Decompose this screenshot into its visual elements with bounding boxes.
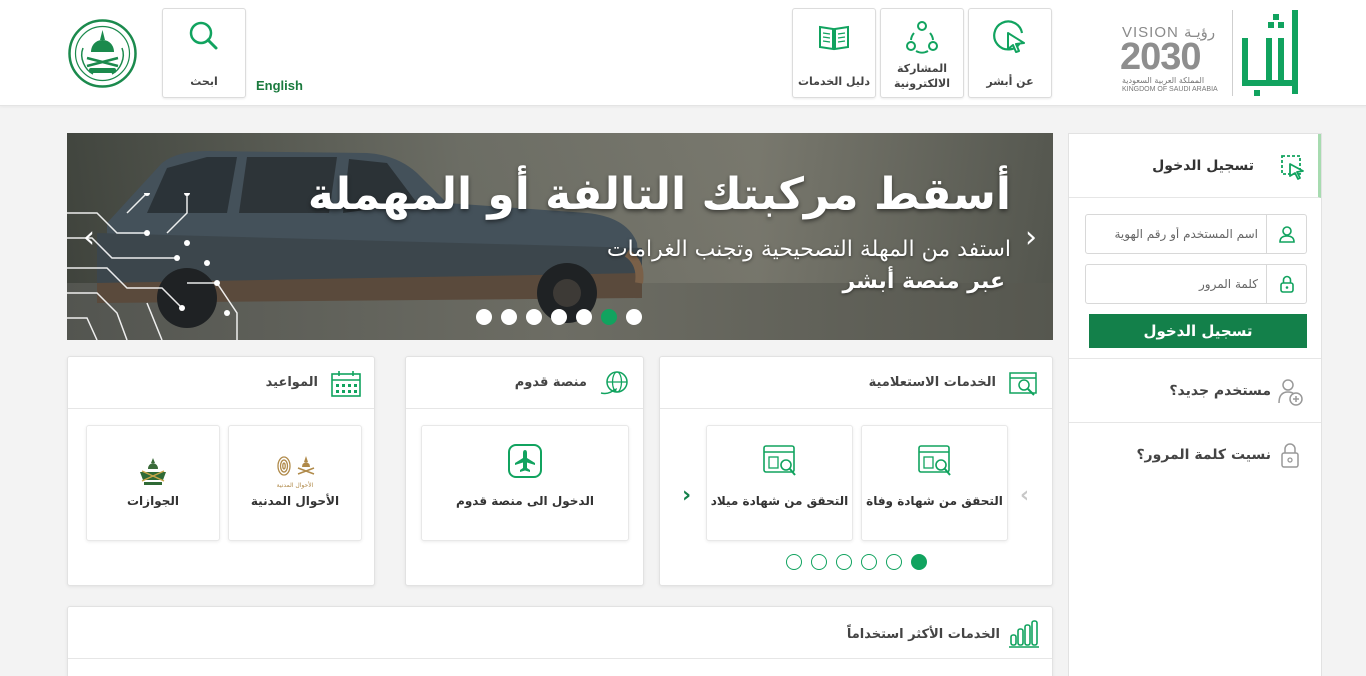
certificate-search-icon — [917, 445, 951, 476]
passports-logo-icon — [140, 458, 166, 485]
banner-dot[interactable] — [576, 309, 592, 325]
inquiry-dot[interactable] — [836, 554, 852, 570]
death-certificate-label: التحقق من شهادة وفاة — [866, 494, 1003, 508]
banner-subtitle: استفد من المهلة التصحيحية وتجنب الغرامات — [606, 237, 1011, 262]
username-field — [1085, 214, 1307, 254]
passports-tile[interactable]: الجوازات — [86, 425, 220, 541]
death-certificate-tile[interactable]: التحقق من شهادة وفاة — [861, 425, 1008, 541]
login-header: تسجيل الدخول — [1069, 134, 1321, 198]
inquiry-title: الخدمات الاستعلامية — [868, 375, 996, 390]
airplane-icon — [508, 444, 542, 478]
qudoom-entry-label: الدخول الى منصة قدوم — [456, 494, 594, 508]
user-icon — [1266, 215, 1306, 253]
login-cursor-icon — [1281, 155, 1304, 180]
vision-number: 2030 — [1120, 36, 1202, 78]
appointments-card-header: المواعيد — [68, 357, 374, 409]
most-used-card-header: الخدمات الأكثر استخداماً — [68, 607, 1052, 659]
inquiry-dot[interactable] — [811, 554, 827, 570]
new-user-label: مستخدم جديد؟ — [1169, 383, 1271, 399]
search-icon — [189, 21, 218, 50]
qudoom-title: منصة قدوم — [514, 375, 587, 390]
birth-certificate-tile[interactable]: التحقق من شهادة ميلاد — [706, 425, 853, 541]
login-title: تسجيل الدخول — [1152, 158, 1254, 174]
inquiry-card-header: الخدمات الاستعلامية — [660, 357, 1052, 409]
civil-affairs-tile[interactable]: الأحوال المدنية الأحوال المدنية — [228, 425, 362, 541]
banner-prev-arrow[interactable]: ‹ — [77, 223, 101, 253]
circuit-decoration — [67, 193, 238, 340]
appointments-card: المواعيد الأحوال المدنية الأحوال المدنية — [67, 356, 375, 586]
forgot-password-link[interactable]: نسيت كلمة المرور؟ — [1069, 422, 1321, 486]
lock-reset-icon — [1281, 443, 1299, 468]
banner-subtitle-platform: عبر منصة أبشر — [842, 269, 1005, 294]
inquiry-pagination — [786, 554, 927, 570]
most-used-services-card: الخدمات الأكثر استخداماً — [67, 606, 1053, 676]
banner-pagination — [476, 309, 642, 325]
ministry-emblem-logo[interactable] — [67, 18, 138, 89]
banner-title: أسقط مركبتك التالفة أو المهملة — [307, 169, 1011, 220]
cursor-click-icon — [993, 20, 1025, 53]
banner-dot[interactable] — [626, 309, 642, 325]
civil-affairs-logo-text: الأحوال المدنية — [276, 482, 314, 489]
banner-dot[interactable] — [501, 309, 517, 325]
search-button[interactable]: ابحث — [162, 8, 246, 98]
people-network-icon — [906, 21, 938, 54]
nav-about-absher-label: عن أبشر — [986, 75, 1034, 88]
inquiry-prev-arrow[interactable]: ‹ — [1020, 485, 1029, 507]
banner-dot-active[interactable] — [601, 309, 617, 325]
globe-plane-icon — [600, 371, 628, 395]
banner-next-arrow[interactable]: › — [1019, 223, 1043, 253]
vision-country-ar: المملكة العربية السعودية — [1122, 76, 1205, 85]
logo-divider — [1232, 10, 1233, 96]
inquiry-dot[interactable] — [786, 554, 802, 570]
username-input[interactable] — [1088, 216, 1266, 252]
most-used-title: الخدمات الأكثر استخداماً — [846, 627, 1000, 642]
forgot-password-label: نسيت كلمة المرور؟ — [1136, 447, 1271, 463]
inquiry-dot[interactable] — [861, 554, 877, 570]
nav-services-guide-label: دليل الخدمات — [797, 75, 871, 88]
birth-certificate-label: التحقق من شهادة ميلاد — [710, 494, 849, 508]
promo-banner-carousel[interactable]: أسقط مركبتك التالفة أو المهملة استفد من … — [67, 133, 1053, 340]
inquiry-next-label: ‹ — [682, 483, 692, 508]
absher-logo[interactable] — [1238, 10, 1300, 98]
new-user-link[interactable]: مستخدم جديد؟ — [1069, 358, 1321, 422]
civil-affairs-label: الأحوال المدنية — [250, 494, 340, 508]
password-input[interactable] — [1088, 266, 1266, 302]
banner-dot[interactable] — [526, 309, 542, 325]
search-label: ابحث — [190, 75, 218, 88]
inquiry-dot[interactable] — [886, 554, 902, 570]
password-field — [1085, 264, 1307, 304]
inquiry-services-card: الخدمات الاستعلامية ‹ التحقق من شهادة وف… — [659, 356, 1053, 586]
qudoom-entry-tile[interactable]: الدخول الى منصة قدوم — [421, 425, 629, 541]
banner-dot[interactable] — [551, 309, 567, 325]
lock-icon — [1266, 265, 1306, 303]
inquiry-next-arrow[interactable]: ‹ — [682, 483, 692, 508]
nav-services-guide[interactable]: دليل الخدمات — [792, 8, 876, 98]
banner-dot[interactable] — [476, 309, 492, 325]
site-header: ابحث English دليل الخدمات المشاركة الالك… — [0, 0, 1366, 106]
nav-about-absher[interactable]: عن أبشر — [968, 8, 1052, 98]
appointments-title: المواعيد — [265, 375, 318, 390]
book-icon — [819, 25, 849, 51]
bar-chart-icon — [1009, 620, 1039, 648]
inquiry-prev-label: ‹ — [1020, 483, 1030, 508]
screen-search-icon — [1009, 372, 1037, 396]
login-panel: تسجيل الدخول تسجيل الدخول مستخدم جديد؟ ن… — [1068, 133, 1322, 676]
vision-country-en: KINGDOM OF SAUDI ARABIA — [1122, 86, 1218, 93]
english-language-link[interactable]: English — [256, 78, 303, 93]
calendar-icon — [331, 371, 361, 397]
add-user-icon — [1278, 379, 1303, 406]
certificate-search-icon — [762, 445, 796, 476]
nav-e-participation[interactable]: المشاركة الالكترونية — [880, 8, 964, 98]
qudoom-card-header: منصة قدوم — [406, 357, 643, 409]
qudoom-card: منصة قدوم الدخول الى منصة قدوم — [405, 356, 644, 586]
login-button[interactable]: تسجيل الدخول — [1089, 314, 1307, 348]
passports-label: الجوازات — [127, 494, 179, 508]
vision-2030-logo: VISION رؤيـة 2030 المملكة العربية السعود… — [1120, 20, 1230, 98]
nav-e-participation-label: المشاركة الالكترونية — [894, 62, 950, 90]
inquiry-dot-active[interactable] — [911, 554, 927, 570]
